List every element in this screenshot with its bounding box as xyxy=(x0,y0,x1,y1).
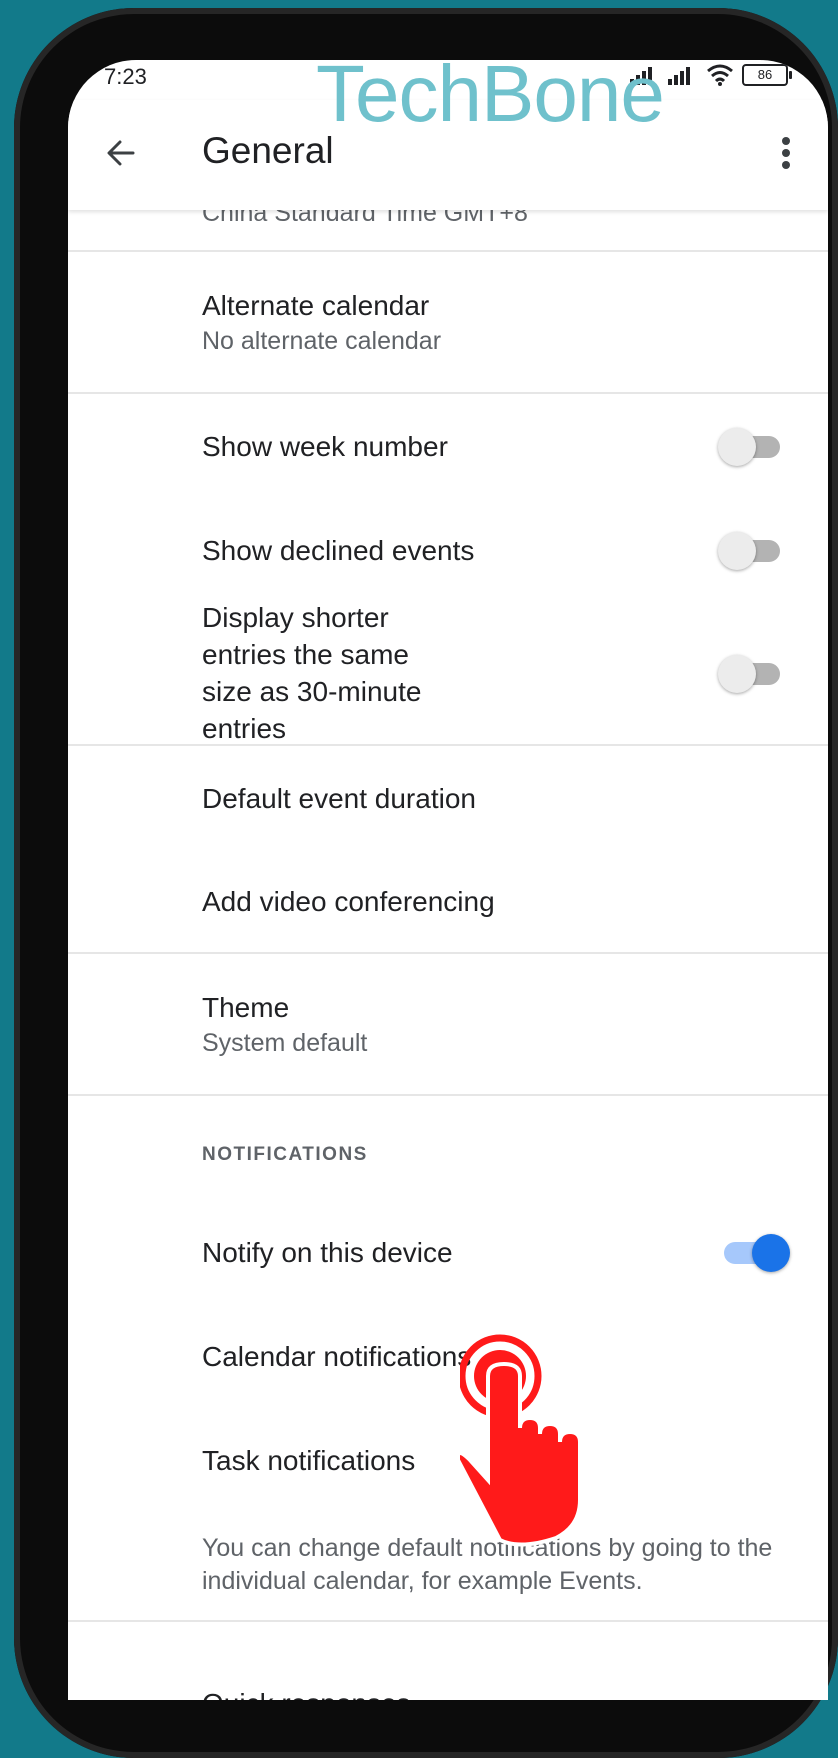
default-event-duration-row[interactable]: Default event duration xyxy=(68,746,828,850)
notify-on-device-row[interactable]: Notify on this device xyxy=(68,1200,828,1304)
notifications-info-text: You can change default notifications by … xyxy=(68,1512,828,1622)
time-zone-subtitle: China Standard Time GMT+8 xyxy=(202,210,528,227)
phone-screen: 7:23 86 General China Standard Time GMT+… xyxy=(68,60,828,1700)
calendar-notifications-row[interactable]: Calendar notifications xyxy=(68,1304,828,1408)
page-title: General xyxy=(202,130,334,171)
settings-list: China Standard Time GMT+8 Alternate cale… xyxy=(68,210,828,1700)
more-vert-icon xyxy=(782,137,790,169)
notify-on-device-toggle[interactable] xyxy=(718,1232,790,1272)
watermark: TechBone xyxy=(316,49,665,138)
theme-title: Theme xyxy=(202,991,290,1023)
wifi-icon xyxy=(707,64,733,86)
show-week-number-toggle[interactable] xyxy=(718,426,788,466)
time-zone-row[interactable]: China Standard Time GMT+8 xyxy=(68,210,828,252)
add-video-conferencing-title: Add video conferencing xyxy=(202,885,495,917)
signal-icon xyxy=(668,67,690,85)
alternate-calendar-row[interactable]: Alternate calendar No alternate calendar xyxy=(68,252,828,394)
notifications-section-header: NOTIFICATIONS xyxy=(202,1144,368,1165)
show-week-number-title: Show week number xyxy=(202,430,448,462)
show-declined-events-row[interactable]: Show declined events xyxy=(68,498,828,602)
quick-responses-title: Quick responses xyxy=(202,1685,792,1700)
quick-responses-row[interactable]: Quick responses xyxy=(68,1622,828,1700)
show-declined-events-title: Show declined events xyxy=(202,534,475,566)
show-declined-events-toggle[interactable] xyxy=(718,530,788,570)
show-week-number-row[interactable]: Show week number xyxy=(68,394,828,498)
more-options-button[interactable] xyxy=(766,128,806,178)
alternate-calendar-subtitle: No alternate calendar xyxy=(202,326,442,355)
default-event-duration-title: Default event duration xyxy=(202,782,476,814)
alternate-calendar-title: Alternate calendar xyxy=(202,289,430,321)
arrow-back-icon xyxy=(107,140,135,166)
display-shorter-entries-title: Display shorter entries the same size as… xyxy=(202,602,422,744)
display-shorter-entries-toggle[interactable] xyxy=(718,653,788,693)
theme-row[interactable]: Theme System default xyxy=(68,954,828,1096)
display-shorter-entries-row[interactable]: Display shorter entries the same size as… xyxy=(68,602,828,746)
tap-hand-icon xyxy=(455,1330,600,1550)
phone-frame: 7:23 86 General China Standard Time GMT+… xyxy=(14,8,838,1758)
theme-subtitle: System default xyxy=(202,1028,368,1057)
add-video-conferencing-row[interactable]: Add video conferencing xyxy=(68,850,828,954)
task-notifications-row[interactable]: Task notifications xyxy=(68,1408,828,1512)
back-button[interactable] xyxy=(96,128,146,178)
status-time: 7:23 xyxy=(104,64,147,89)
notify-on-device-title: Notify on this device xyxy=(202,1236,453,1268)
battery-icon: 86 xyxy=(742,64,792,86)
